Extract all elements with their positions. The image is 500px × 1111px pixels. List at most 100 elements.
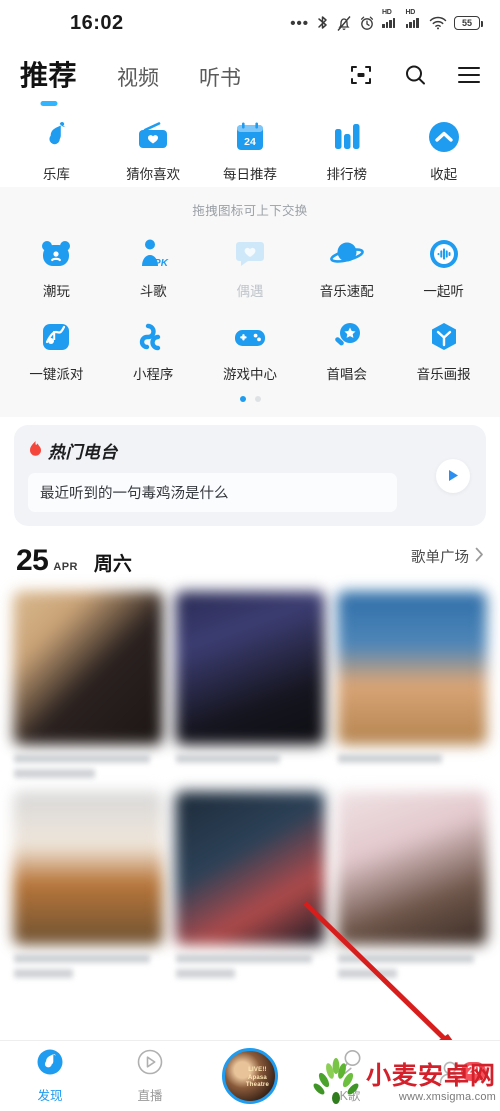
chat-heart-icon	[231, 235, 269, 273]
entry-douge[interactable]: PK 斗歌	[105, 227, 202, 300]
wifi-icon	[429, 16, 447, 30]
sound-wave-circle-icon	[425, 235, 463, 273]
card-title-blurred	[174, 746, 326, 763]
card-title-line	[14, 969, 74, 978]
cube-icon	[425, 318, 463, 356]
calendar-icon: 24	[231, 118, 269, 156]
pager-dot-active[interactable]	[239, 396, 246, 402]
date-header: 25 APR 周六 歌单广场	[0, 526, 500, 590]
date-month: APR	[53, 561, 78, 573]
entry-music-poster[interactable]: 音乐画报	[395, 310, 492, 383]
tab-recommend[interactable]: 推荐	[20, 54, 78, 106]
card-title-line	[338, 754, 442, 763]
chevron-right-icon	[475, 547, 484, 566]
bluetooth-icon	[316, 15, 329, 32]
tab-audiobook[interactable]: 听书	[199, 62, 241, 95]
menu-icon[interactable]	[456, 62, 482, 88]
bottom-nav-live[interactable]: 直播	[100, 1048, 200, 1104]
entry-label: 斗歌	[139, 284, 167, 299]
date-weekday: 周六	[93, 554, 132, 575]
entry-collapse[interactable]: 收起	[395, 110, 492, 183]
music-note-icon	[37, 118, 75, 156]
tab-video[interactable]: 视频	[117, 62, 159, 95]
hot-radio-title: 热门电台	[48, 443, 118, 462]
chevron-up-circle-icon	[425, 118, 463, 156]
card-title-line	[338, 969, 398, 978]
entry-music-library[interactable]: 乐库	[8, 110, 105, 183]
bottom-nav-label: 直播	[137, 1089, 163, 1103]
playlist-plaza-label: 歌单广场	[411, 550, 469, 566]
card-cover-image[interactable]	[337, 791, 487, 945]
playlist-card[interactable]	[174, 790, 326, 984]
mini-program-icon	[134, 318, 172, 356]
battery-level: 55	[461, 18, 472, 28]
entry-one-key-party[interactable]: 一键派对	[8, 310, 105, 383]
entry-label: 音乐画报	[416, 367, 471, 382]
card-cover-image[interactable]	[337, 591, 487, 745]
tab-recommend-label: 推荐	[20, 59, 78, 91]
card-row	[12, 590, 488, 784]
entry-listen-together[interactable]: 一起听	[395, 227, 492, 300]
playlist-plaza-link[interactable]: 歌单广场	[411, 546, 484, 567]
play-icon[interactable]	[436, 458, 470, 493]
playlist-card[interactable]	[12, 590, 164, 784]
playlist-card-grid	[0, 590, 500, 984]
entry-label: 音乐速配	[319, 284, 374, 299]
playlist-card[interactable]	[336, 790, 488, 984]
gamepad-icon	[231, 318, 269, 356]
pk-person-icon: PK	[134, 235, 172, 273]
entry-label: 一起听	[423, 284, 464, 299]
bottom-nav-avatar[interactable]: LIVE!! Apasa Theatre	[200, 1048, 300, 1104]
entry-label: 一键派对	[29, 367, 84, 382]
playlist-card[interactable]	[336, 590, 488, 784]
quick-entry-row-1: 乐库 猜你喜欢 24 每日推荐 排行榜 收起	[0, 104, 500, 187]
top-nav: 推荐 视频 听书	[0, 46, 500, 106]
hot-radio-card[interactable]: 热门电台 最近听到的一句毒鸡汤是什么	[14, 425, 486, 526]
scan-icon[interactable]	[348, 62, 374, 88]
status-time: 16:02	[70, 11, 124, 34]
card-cover-image[interactable]	[13, 591, 163, 745]
entry-pager[interactable]	[0, 387, 500, 413]
hot-radio-question[interactable]: 最近听到的一句毒鸡汤是什么	[28, 473, 397, 512]
avatar[interactable]: LIVE!! Apasa Theatre	[222, 1048, 278, 1104]
entry-ouyu[interactable]: 偶遇	[202, 227, 299, 300]
card-title-blurred	[174, 946, 326, 978]
card-title-line	[14, 954, 151, 963]
playlist-card[interactable]	[174, 590, 326, 784]
entry-debut-concert[interactable]: 首唱会	[298, 310, 395, 383]
radio-heart-icon	[134, 118, 172, 156]
entry-ranking[interactable]: 排行榜	[298, 110, 395, 183]
watermark-text: 小麦安卓网 www.xmsigma.com	[366, 1064, 496, 1103]
pager-dot[interactable]	[254, 396, 261, 402]
entry-daily-recommend[interactable]: 24 每日推荐	[202, 110, 299, 183]
entry-chaowan[interactable]: 潮玩	[8, 227, 105, 300]
bottom-nav-label: 发现	[37, 1089, 63, 1103]
nav-tabs: 推荐 视频 听书	[20, 54, 241, 106]
entry-label: 游戏中心	[222, 367, 277, 382]
entry-guess-you-like[interactable]: 猜你喜欢	[105, 110, 202, 183]
card-title-blurred	[12, 946, 164, 978]
card-cover-image[interactable]	[175, 591, 325, 745]
search-icon[interactable]	[402, 62, 428, 88]
entry-music-match[interactable]: 音乐速配	[298, 227, 395, 300]
entry-label: 猜你喜欢	[126, 167, 181, 182]
entry-game-center[interactable]: 游戏中心	[202, 310, 299, 383]
wheat-logo-icon	[310, 1058, 362, 1109]
bell-muted-icon	[336, 15, 352, 32]
entry-label: 首唱会	[326, 367, 368, 382]
card-cover-image[interactable]	[175, 791, 325, 945]
quick-entry-row-3: 一键派对 小程序 游戏中心 首唱会 音乐画报	[0, 304, 500, 387]
svg-text:24: 24	[244, 136, 256, 148]
bar-chart-icon	[328, 118, 366, 156]
live-play-icon	[136, 1048, 164, 1081]
bottom-nav-discover[interactable]: 发现	[0, 1048, 100, 1104]
watermark-site-name: 小麦安卓网	[365, 1062, 496, 1090]
date-day-number: 25	[16, 544, 49, 577]
site-watermark: 小麦安卓网 www.xmsigma.com	[310, 1058, 496, 1109]
entry-mini-program[interactable]: 小程序	[105, 310, 202, 383]
status-icons: ••• HD HD 55	[290, 0, 483, 46]
card-cover-image[interactable]	[13, 791, 163, 945]
playlist-card[interactable]	[12, 790, 164, 984]
entry-label: 收起	[430, 167, 458, 182]
card-title-line	[338, 954, 475, 963]
